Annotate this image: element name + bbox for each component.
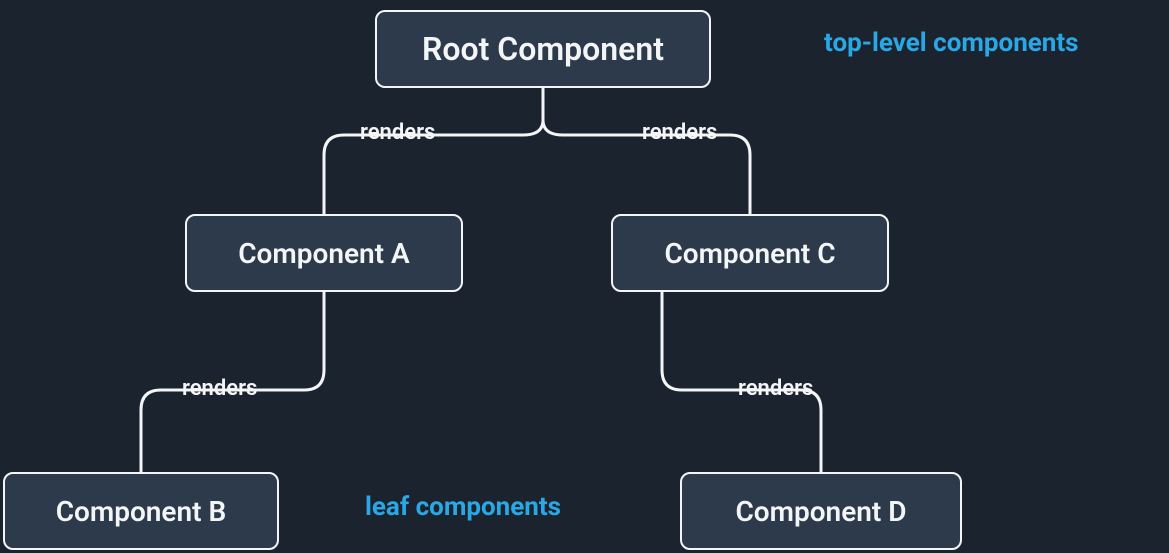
node-root-component: Root Component bbox=[375, 10, 711, 88]
node-component-a: Component A bbox=[185, 214, 463, 292]
annotation-top-level: top-level components bbox=[824, 28, 1079, 58]
node-label: Component B bbox=[56, 495, 227, 528]
annotation-leaf: leaf components bbox=[365, 492, 561, 522]
edge-label-root-to-c: renders bbox=[642, 120, 717, 145]
node-component-c: Component C bbox=[611, 214, 889, 292]
node-label: Component C bbox=[664, 237, 835, 270]
node-label: Component A bbox=[238, 237, 409, 270]
node-component-b: Component B bbox=[3, 472, 279, 550]
edge-label-root-to-a: renders bbox=[360, 120, 435, 145]
edge-label-a-to-b: renders bbox=[182, 376, 257, 401]
node-component-d: Component D bbox=[680, 472, 962, 550]
node-label: Component D bbox=[735, 495, 906, 528]
node-label: Root Component bbox=[422, 30, 664, 68]
component-tree-diagram: Root Component Component A Component C C… bbox=[0, 0, 1169, 553]
edge-label-c-to-d: renders bbox=[738, 376, 813, 401]
